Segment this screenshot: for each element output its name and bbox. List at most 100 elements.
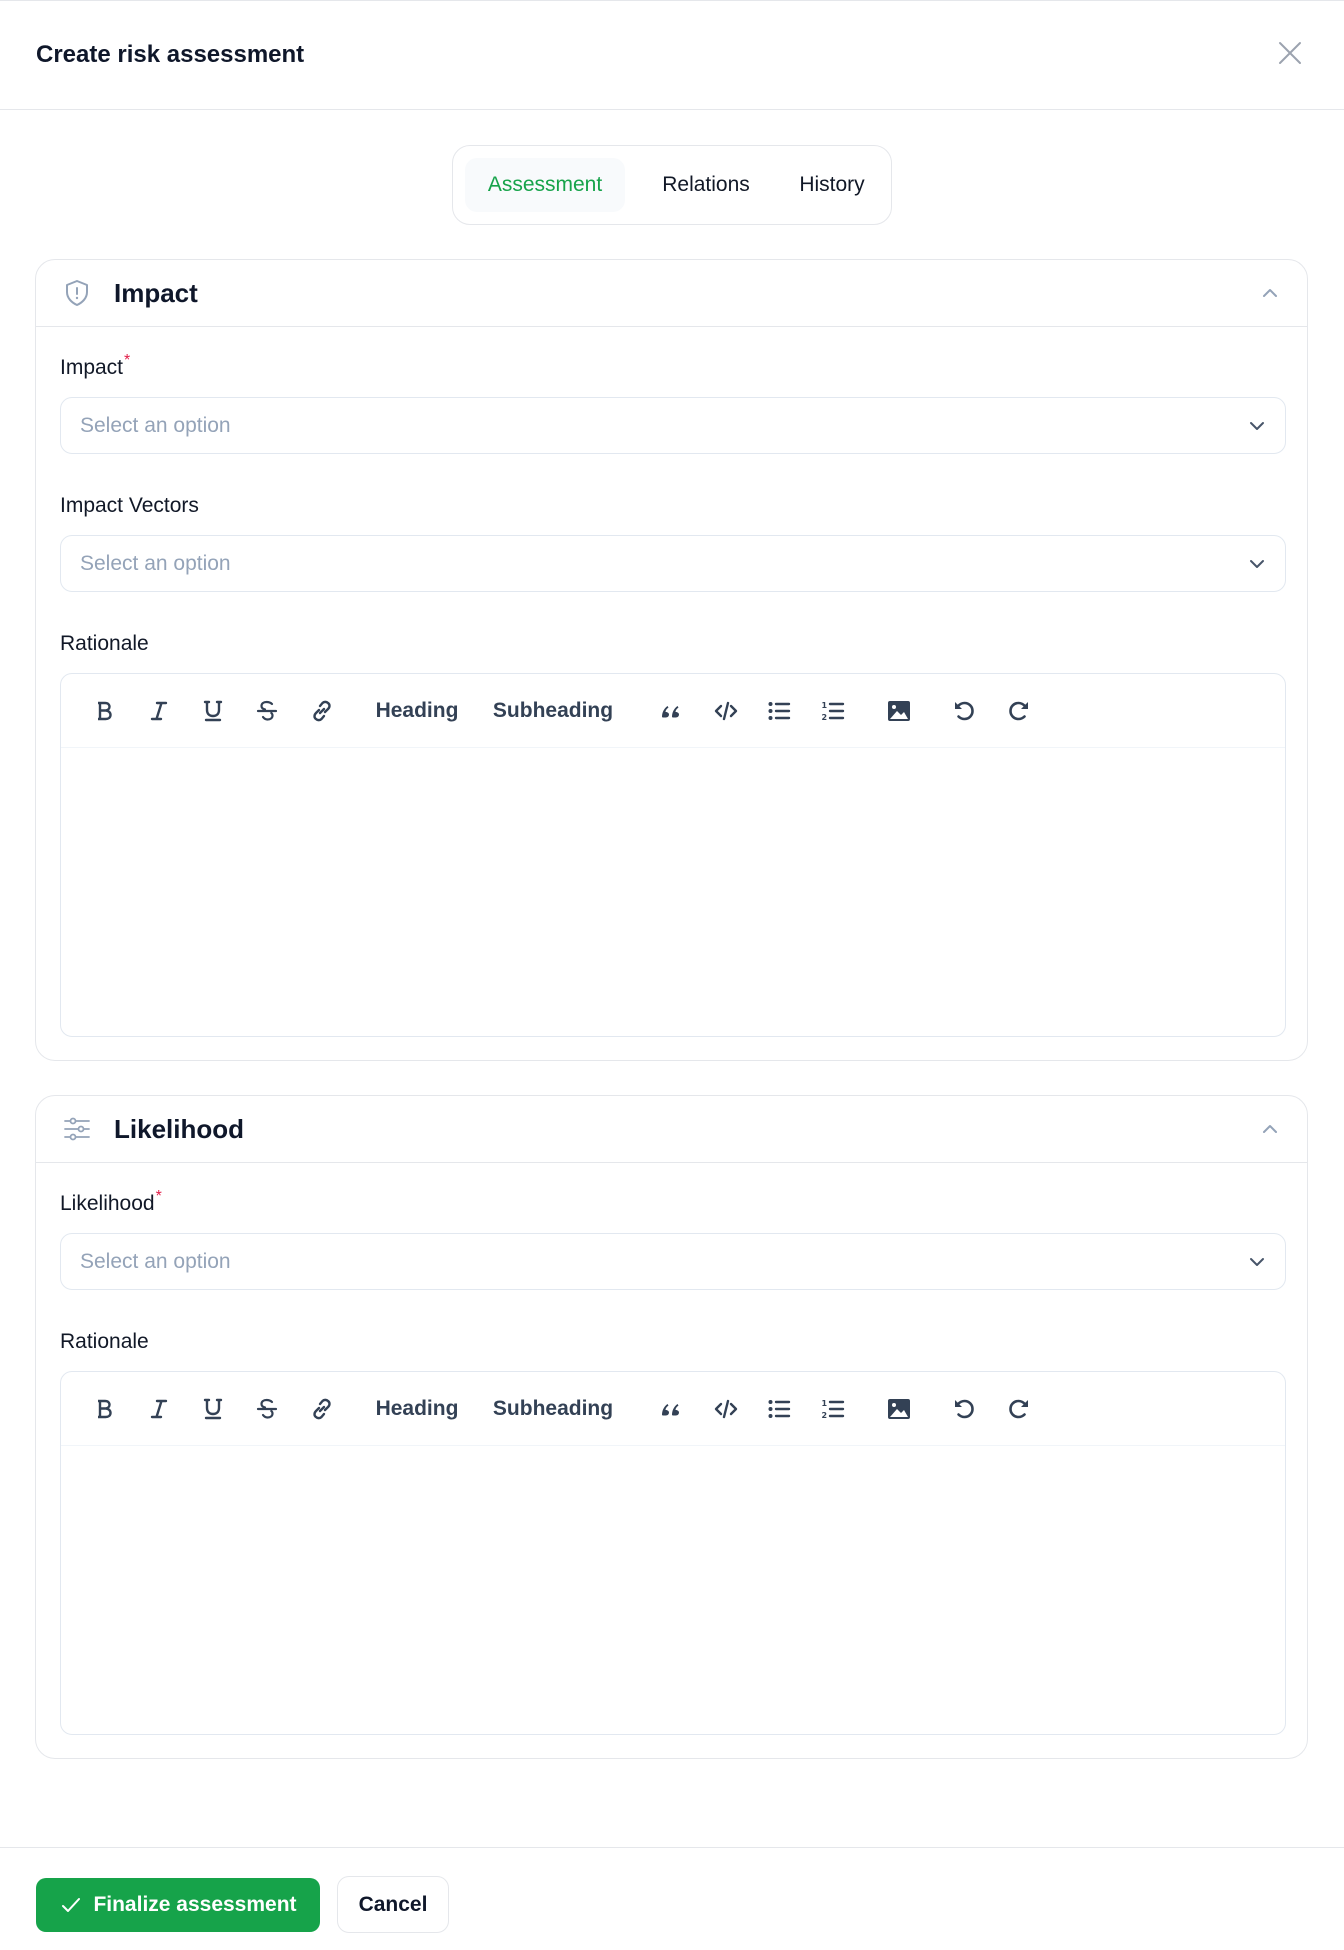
ordered-list-button[interactable]: 12 bbox=[818, 1394, 848, 1424]
chevron-down-icon bbox=[1250, 560, 1264, 568]
impact-vectors-select[interactable]: Select an option bbox=[60, 535, 1286, 592]
image-icon bbox=[888, 701, 910, 721]
underline-icon bbox=[203, 700, 223, 722]
redo-icon bbox=[1009, 1399, 1028, 1419]
likelihood-section-header[interactable]: Likelihood bbox=[36, 1096, 1307, 1163]
quote-icon bbox=[662, 706, 679, 718]
finalize-assessment-button[interactable]: Finalize assessment bbox=[36, 1878, 320, 1932]
strikethrough-button[interactable] bbox=[252, 696, 282, 726]
impact-label-text: Impact bbox=[60, 356, 124, 379]
dialog-header: Create risk assessment bbox=[0, 1, 1344, 110]
likelihood-rationale-input[interactable] bbox=[61, 1446, 1285, 1734]
check-icon bbox=[62, 1898, 81, 1912]
link-button[interactable] bbox=[306, 1394, 338, 1424]
sliders-icon bbox=[64, 1117, 90, 1141]
subheading-button[interactable]: Subheading bbox=[489, 1394, 617, 1424]
likelihood-select[interactable]: Select an option bbox=[60, 1233, 1286, 1290]
tab-history[interactable]: History bbox=[783, 158, 881, 212]
ordered-list-button[interactable]: 12 bbox=[818, 696, 848, 726]
likelihood-label-text: Likelihood bbox=[60, 1192, 155, 1215]
likelihood-select-placeholder: Select an option bbox=[80, 1250, 231, 1273]
link-icon bbox=[313, 1398, 331, 1420]
bullet-list-icon bbox=[768, 1400, 791, 1418]
quote-button[interactable] bbox=[656, 696, 686, 726]
undo-button[interactable] bbox=[949, 1394, 979, 1424]
svg-text:2: 2 bbox=[822, 713, 828, 722]
heading-button[interactable]: Heading bbox=[372, 696, 462, 726]
impact-label: Impact* bbox=[60, 352, 130, 380]
bold-icon bbox=[98, 701, 112, 721]
likelihood-section-title: Likelihood bbox=[114, 1114, 244, 1144]
chevron-up-icon[interactable] bbox=[1259, 282, 1281, 304]
underline-button[interactable] bbox=[198, 696, 228, 726]
svg-text:2: 2 bbox=[822, 1411, 828, 1420]
required-marker: * bbox=[155, 1188, 162, 1205]
strikethrough-button[interactable] bbox=[252, 1394, 282, 1424]
undo-icon bbox=[955, 701, 974, 721]
link-icon bbox=[313, 700, 331, 722]
impact-rationale-editor: Heading Subheading 12 bbox=[60, 673, 1286, 1037]
impact-section: Impact Impact* Select an option Impact V… bbox=[35, 259, 1308, 1061]
redo-button[interactable] bbox=[1004, 696, 1034, 726]
editor-toolbar: Heading Subheading 12 bbox=[61, 674, 1285, 748]
code-button[interactable] bbox=[710, 1394, 742, 1424]
undo-icon bbox=[955, 1399, 974, 1419]
italic-button[interactable] bbox=[144, 696, 174, 726]
bullet-list-button[interactable] bbox=[764, 1394, 794, 1424]
likelihood-rationale-label: Rationale bbox=[60, 1330, 149, 1353]
chevron-down-icon bbox=[1250, 1258, 1264, 1266]
bullet-list-button[interactable] bbox=[764, 696, 794, 726]
subheading-button[interactable]: Subheading bbox=[489, 696, 617, 726]
ordered-list-icon: 12 bbox=[822, 1399, 845, 1420]
impact-section-header[interactable]: Impact bbox=[36, 260, 1307, 327]
chevron-down-icon bbox=[1250, 422, 1264, 430]
impact-rationale-input[interactable] bbox=[61, 748, 1285, 1036]
image-icon bbox=[888, 1399, 910, 1419]
tab-assessment[interactable]: Assessment bbox=[465, 158, 625, 212]
svg-text:1: 1 bbox=[822, 701, 828, 710]
bullet-list-icon bbox=[768, 702, 791, 720]
bold-button[interactable] bbox=[89, 696, 119, 726]
image-button[interactable] bbox=[884, 1394, 914, 1424]
underline-button[interactable] bbox=[198, 1394, 228, 1424]
link-button[interactable] bbox=[306, 696, 338, 726]
tab-bar: Assessment Relations History bbox=[452, 145, 892, 225]
quote-button[interactable] bbox=[656, 1394, 686, 1424]
chevron-up-icon[interactable] bbox=[1259, 1118, 1281, 1140]
underline-icon bbox=[203, 1398, 223, 1420]
likelihood-rationale-editor: Heading Subheading 12 bbox=[60, 1371, 1286, 1735]
likelihood-section: Likelihood Likelihood* Select an option … bbox=[35, 1095, 1308, 1759]
impact-section-title: Impact bbox=[114, 278, 198, 308]
italic-icon bbox=[150, 701, 168, 721]
redo-button[interactable] bbox=[1004, 1394, 1034, 1424]
likelihood-label: Likelihood* bbox=[60, 1188, 162, 1216]
close-icon bbox=[1279, 42, 1301, 64]
impact-select[interactable]: Select an option bbox=[60, 397, 1286, 454]
code-icon bbox=[714, 701, 738, 721]
italic-button[interactable] bbox=[144, 1394, 174, 1424]
italic-icon bbox=[150, 1399, 168, 1419]
bold-button[interactable] bbox=[89, 1394, 119, 1424]
redo-icon bbox=[1009, 701, 1028, 721]
finalize-assessment-label: Finalize assessment bbox=[93, 1893, 297, 1916]
shield-alert-icon bbox=[66, 280, 88, 306]
impact-vectors-label: Impact Vectors bbox=[60, 494, 199, 517]
close-button[interactable] bbox=[1276, 39, 1304, 67]
code-icon bbox=[714, 1399, 738, 1419]
tab-relations[interactable]: Relations bbox=[635, 158, 777, 212]
ordered-list-icon: 12 bbox=[822, 701, 845, 722]
strikethrough-icon bbox=[256, 1398, 278, 1419]
undo-button[interactable] bbox=[949, 696, 979, 726]
image-button[interactable] bbox=[884, 696, 914, 726]
quote-icon bbox=[662, 1404, 679, 1416]
dialog-title: Create risk assessment bbox=[36, 41, 305, 68]
bold-icon bbox=[98, 1399, 112, 1419]
required-marker: * bbox=[124, 352, 131, 369]
strikethrough-icon bbox=[256, 700, 278, 721]
impact-select-placeholder: Select an option bbox=[80, 414, 231, 437]
heading-button[interactable]: Heading bbox=[372, 1394, 462, 1424]
impact-rationale-label: Rationale bbox=[60, 632, 149, 655]
cancel-button[interactable]: Cancel bbox=[337, 1876, 449, 1933]
editor-toolbar: Heading Subheading 12 bbox=[61, 1372, 1285, 1446]
code-button[interactable] bbox=[710, 696, 742, 726]
